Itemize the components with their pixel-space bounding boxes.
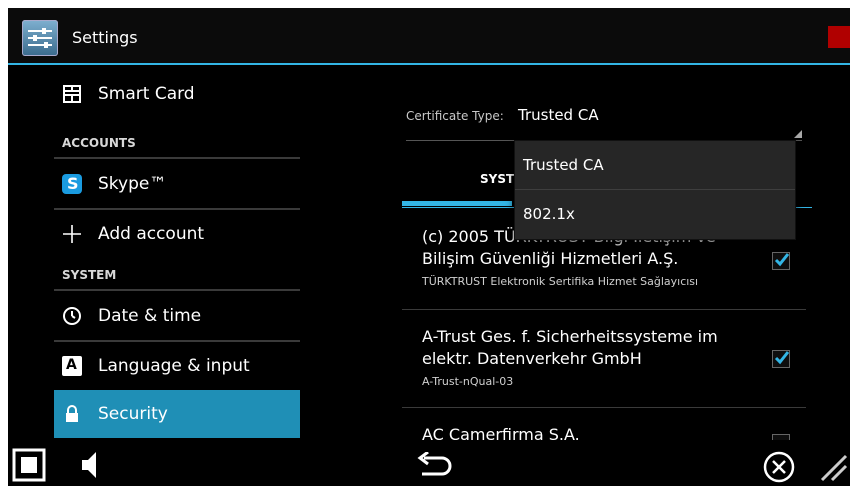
smart-card-icon	[62, 84, 82, 104]
cert-type-spinner[interactable]: Trusted CA	[518, 106, 599, 124]
sidebar-item-label: Language & input	[98, 356, 250, 376]
tab-indicator	[402, 201, 512, 206]
divider	[54, 157, 300, 159]
resize-grip-icon[interactable]	[816, 450, 850, 484]
cert-title-line2: Bilişim Güvenliği Hizmetleri A.Ş.	[422, 249, 679, 268]
cert-subtitle: TÜRKTRUST Elektronik Sertifika Hizmet Sa…	[422, 275, 699, 288]
navigation-bar	[8, 440, 850, 486]
cert-type-label: Certificate Type:	[406, 109, 504, 123]
sidebar-item-label: Date & time	[98, 306, 202, 326]
back-icon[interactable]	[414, 452, 454, 480]
main-panel: Certificate Type: Trusted CA SYSTE (c) 2…	[304, 68, 850, 440]
sidebar-item-label: Security	[98, 404, 168, 424]
cert-title-line1: A-Trust Ges. f. Sicherheitssysteme im	[422, 327, 718, 346]
sidebar: Smart Card ACCOUNTS S Skype™ Add account…	[54, 68, 300, 438]
cert-title-line2: elektr. Datenverkehr GmbH	[422, 349, 642, 368]
divider	[54, 289, 300, 291]
page-title: Settings	[72, 28, 138, 47]
cert-subtitle: A-Trust-nQual-03	[422, 375, 514, 388]
dropdown-option-802-1x[interactable]: 802.1x	[515, 190, 795, 238]
close-icon[interactable]	[762, 450, 796, 484]
list-item[interactable]: AC Camerfirma S.A.	[402, 424, 806, 440]
cert-type-dropdown: Trusted CA 802.1x	[514, 140, 796, 240]
trust-checkbox[interactable]	[772, 350, 790, 368]
divider	[402, 309, 806, 310]
device-screen: Settings Smart Card ACCOUNTS S Skype™ Ad…	[8, 8, 850, 486]
clock-icon	[62, 306, 82, 326]
keyboard-a-icon-glyph: A	[66, 357, 77, 373]
list-item[interactable]: A-Trust Ges. f. Sicherheitssysteme im el…	[402, 326, 806, 406]
section-header-accounts: ACCOUNTS	[62, 136, 136, 150]
keyboard-a-icon: A	[62, 356, 82, 376]
spinner-dropdown-icon[interactable]	[794, 130, 802, 138]
lock-icon	[62, 404, 82, 424]
sidebar-item-date-time[interactable]: Date & time	[54, 292, 300, 340]
sidebar-item-smart-card[interactable]: Smart Card	[54, 70, 300, 118]
cert-title-line1: AC Camerfirma S.A.	[422, 425, 580, 440]
volume-icon[interactable]	[78, 448, 104, 482]
sidebar-item-skype[interactable]: S Skype™	[54, 160, 300, 208]
section-header-system: SYSTEM	[62, 268, 117, 282]
sidebar-item-label: Skype™	[98, 174, 167, 194]
dropdown-option-trusted-ca[interactable]: Trusted CA	[515, 141, 795, 189]
plus-icon	[62, 224, 82, 244]
sidebar-item-add-account[interactable]: Add account	[54, 210, 300, 258]
option-label: Trusted CA	[523, 156, 604, 174]
skype-icon: S	[62, 174, 82, 194]
status-indicator	[828, 26, 850, 48]
option-label: 802.1x	[523, 205, 575, 223]
sidebar-item-label: Add account	[98, 224, 205, 244]
sidebar-item-label: Smart Card	[98, 84, 195, 104]
settings-app-icon[interactable]	[22, 20, 58, 56]
action-bar: Settings	[8, 8, 850, 65]
divider	[402, 407, 806, 408]
trust-checkbox[interactable]	[772, 252, 790, 270]
skype-icon-glyph: S	[67, 174, 79, 193]
sidebar-item-language-input[interactable]: A Language & input	[54, 342, 300, 390]
sidebar-item-security[interactable]: Security	[54, 390, 300, 438]
recent-apps-icon[interactable]	[12, 448, 46, 482]
